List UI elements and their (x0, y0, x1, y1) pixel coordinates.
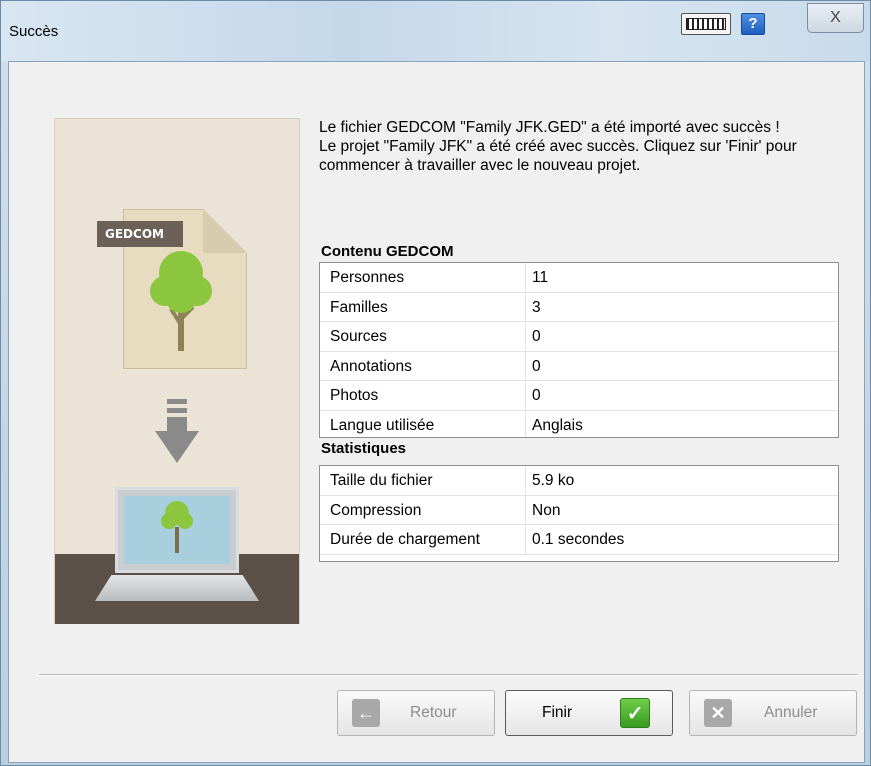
table-row: Langue utilisée Anglais (320, 410, 838, 437)
table-row: Photos 0 (320, 381, 838, 411)
small-tree-icon (161, 501, 193, 553)
arrow-left-icon: ← (352, 699, 380, 727)
finish-button[interactable]: Finir ✓ (505, 690, 673, 736)
table-row: Taille du fichier 5.9 ko (320, 466, 838, 496)
success-message: Le fichier GEDCOM "Family JFK.GED" a été… (319, 118, 839, 175)
table-row: Personnes 11 (320, 263, 838, 293)
tree-icon (150, 251, 212, 351)
footer-separator (39, 674, 858, 676)
table-row: Annotations 0 (320, 351, 838, 381)
cancel-button-label: Annuler (764, 704, 818, 721)
window-title: Succès (9, 23, 59, 40)
statistiques-heading: Statistiques (321, 440, 521, 457)
dialog-body: GEDCOM Le fichier GEDCOM "Family JFK.GED… (8, 61, 865, 763)
arrow-down-icon (155, 399, 199, 463)
statistiques-table[interactable]: Taille du fichier 5.9 ko Compression Non D… (319, 465, 839, 562)
contenu-gedcom-table[interactable]: Personnes 11 Familles 3 Sources 0 Annotatio… (319, 262, 839, 438)
table-row: Durée de chargement 0.1 secondes (320, 525, 838, 555)
cancel-button[interactable]: ✕ Annuler (689, 690, 857, 736)
back-button-label: Retour (410, 704, 457, 721)
gedcom-tag: GEDCOM (97, 221, 183, 247)
help-button[interactable]: ? (741, 13, 765, 35)
gedcom-import-illustration: GEDCOM (54, 118, 300, 624)
table-row: Familles 3 (320, 292, 838, 322)
title-bar: Succès ? X (1, 1, 870, 61)
back-button[interactable]: ← Retour (337, 690, 495, 736)
table-row: Compression Non (320, 495, 838, 525)
laptop-base (95, 575, 259, 601)
finish-button-label: Finir (542, 704, 573, 721)
checkmark-icon: ✓ (620, 698, 651, 728)
table-row: Sources 0 (320, 322, 838, 352)
dialog-window: Succès ? X GEDCOM Le fichier GEDCOM "Fam… (0, 0, 871, 766)
close-button[interactable]: X (807, 3, 864, 33)
contenu-gedcom-heading: Contenu GEDCOM (321, 243, 454, 260)
project-created-text: Le projet "Family JFK" a été créé avec s… (319, 138, 797, 174)
import-success-text: Le fichier GEDCOM "Family JFK.GED" a été… (319, 119, 780, 136)
keyboard-icon[interactable] (681, 13, 731, 35)
x-icon: ✕ (704, 699, 732, 727)
